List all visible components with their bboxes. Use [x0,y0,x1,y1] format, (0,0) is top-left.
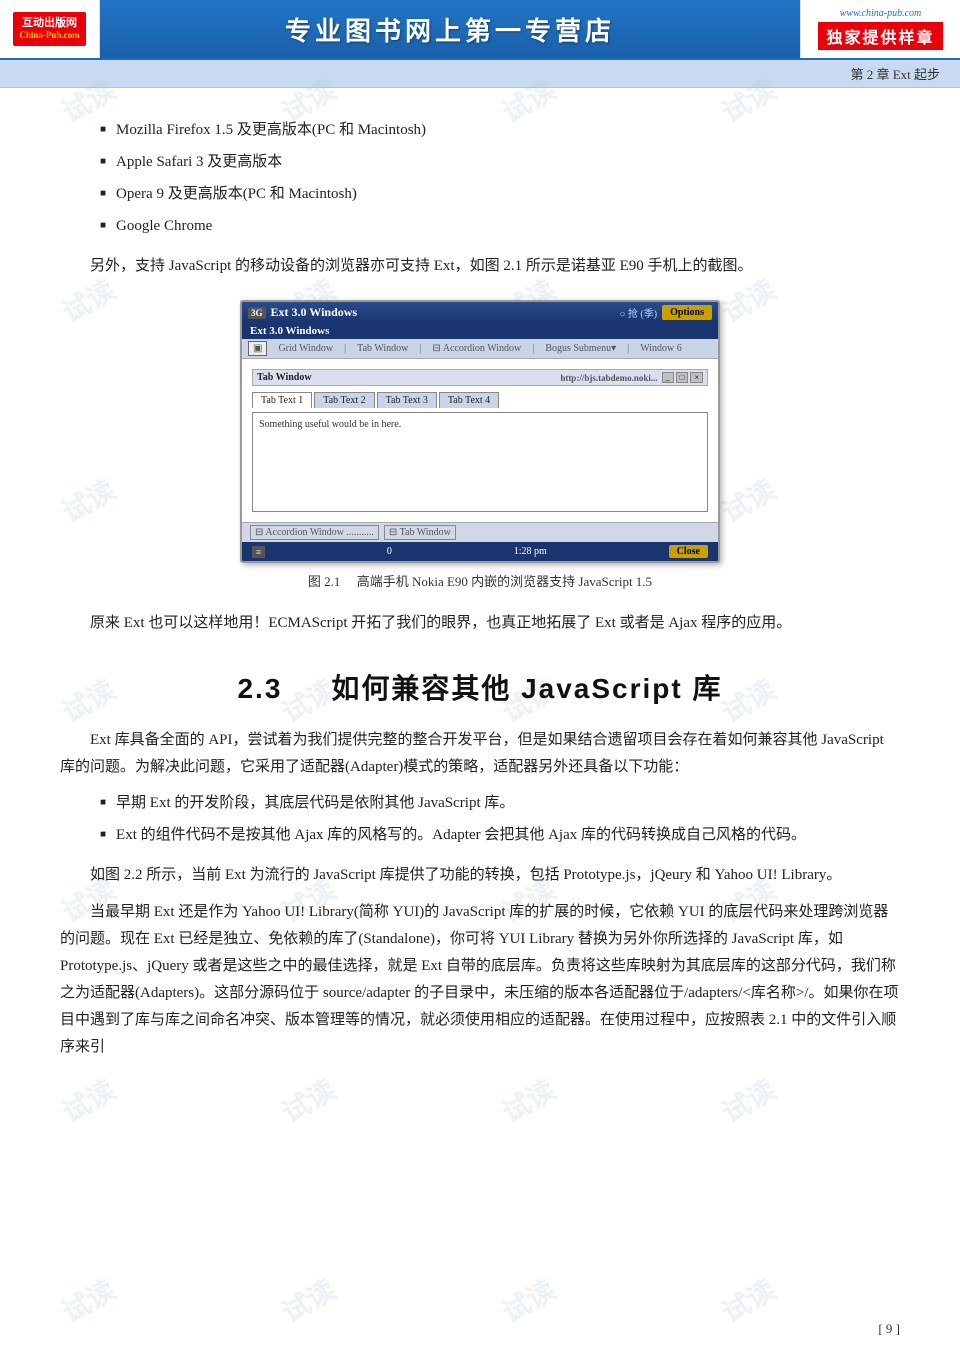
page-number: [ 9 ] [878,1321,900,1337]
section-title: 如何兼容其他 JavaScript 库 [331,673,722,704]
nokia-inner-title: Tab Window http://bjs.tabdemo.noki... _ … [252,369,708,386]
nokia-restore-btn[interactable]: □ [676,372,689,383]
figure-2-1: 3G Ext 3.0 Windows ○ 抢 (季) Options Ext 3… [60,300,900,590]
nav-bogus[interactable]: Bogus Submenu▾ [539,341,622,356]
nokia-url-and-controls: http://bjs.tabdemo.noki... _ □ × [560,372,703,383]
nav-icon: ▣ [248,341,267,356]
chapter-bar: 第 2 章 Ext 起步 [0,60,960,88]
nokia-title-right: ○ 抢 (季) Options [619,305,712,320]
nokia-minimize-btn[interactable]: _ [662,372,674,383]
section-heading-text: 2.3 如何兼容其他 JavaScript 库 [237,673,722,704]
nokia-close-btn-inner[interactable]: × [690,372,703,383]
list-item: Mozilla Firefox 1.5 及更高版本(PC 和 Macintosh… [100,118,900,142]
header: 互动出版网 China-Pub.com 专业图书网上第一专营店 www.chin… [0,0,960,60]
nokia-inner-title-text: Tab Window [257,372,312,383]
nokia-sub-header: Ext 3.0 Windows [242,323,718,339]
chapter-label: 第 2 章 Ext 起步 [850,67,940,82]
nokia-status-time: 1:28 pm [514,546,547,557]
nokia-screenshot: 3G Ext 3.0 Windows ○ 抢 (季) Options Ext 3… [240,300,720,563]
logo: 互动出版网 China-Pub.com [0,0,100,58]
nokia-tab-area: Tab Text 1 Tab Text 2 Tab Text 3 Tab Tex… [252,392,708,408]
paragraph-2: 原来 Ext 也可以这样地用！ECMAScript 开拓了我们的眼界，也真正地拓… [60,610,900,637]
nav-window6[interactable]: Window 6 [634,341,688,356]
header-right: www.china-pub.com 独家提供样章 [800,0,960,58]
header-slogan: 独家提供样章 [818,22,942,50]
tab-window-btn[interactable]: ⊟ Tab Window [384,525,456,540]
nav-accordion[interactable]: ⊟ Accordion Window [426,341,527,356]
nokia-status-bar: ≡ 0 1:28 pm Close [242,542,718,561]
logo-box: 互动出版网 China-Pub.com [13,12,85,46]
nokia-options-button: Options [662,305,712,320]
nokia-inner-window: Something useful would be in here. [252,412,708,512]
list-item: 早期 Ext 的开发阶段，其底层代码是依附其他 JavaScript 库。 [100,791,900,815]
tab-text-1[interactable]: Tab Text 1 [252,392,312,408]
nokia-window-controls: _ □ × [662,372,703,383]
nokia-title-bar: 3G Ext 3.0 Windows ○ 抢 (季) Options [242,302,718,323]
logo-subtitle: China-Pub.com [19,30,79,42]
paragraph-1: 另外，支持 JavaScript 的移动设备的浏览器亦可支持 Ext，如图 2.… [60,253,900,280]
nokia-menu-icon[interactable]: ≡ [252,546,265,558]
nokia-bottom-bar: ⊟ Accordion Window ........... ⊟ Tab Win… [242,522,718,542]
figure-caption-text: 高端手机 Nokia E90 内嵌的浏览器支持 JavaScript 1.5 [357,574,652,589]
site-title-text: 专业图书网上第一专营店 [285,11,615,48]
nokia-signal: ○ 抢 (季) [619,305,657,320]
header-url: www.china-pub.com [840,8,921,19]
accordion-btn[interactable]: ⊟ Accordion Window ........... [250,525,379,540]
nokia-url: http://bjs.tabdemo.noki... [560,373,657,383]
section-number: 2.3 [237,673,282,704]
nokia-title-main: Ext 3.0 Windows [271,305,358,320]
paragraph-4: 如图 2.2 所示，当前 Ext 为流行的 JavaScript 库提供了功能的… [60,862,900,889]
list-item: Google Chrome [100,214,900,238]
feature-list: 早期 Ext 的开发阶段，其底层代码是依附其他 JavaScript 库。 Ex… [100,791,900,847]
nokia-3g-badge: 3G [248,307,266,319]
main-content: Mozilla Firefox 1.5 及更高版本(PC 和 Macintosh… [0,88,960,1091]
list-item: Ext 的组件代码不是按其他 Ajax 库的风格写的。Adapter 会把其他 … [100,823,900,847]
logo-title: 互动出版网 [19,16,79,30]
section-heading: 2.3 如何兼容其他 JavaScript 库 [60,667,900,707]
nokia-content-area: Tab Window http://bjs.tabdemo.noki... _ … [242,359,718,522]
paragraph-5: 当最早期 Ext 还是作为 Yahoo UI! Library(简称 YUI)的… [60,899,900,1061]
tab-text-4[interactable]: Tab Text 4 [439,392,499,408]
nav-grid-window[interactable]: Grid Window [272,341,339,356]
nav-tab-window[interactable]: Tab Window [351,341,414,356]
nokia-title-left: 3G Ext 3.0 Windows [248,305,357,320]
list-item: Opera 9 及更高版本(PC 和 Macintosh) [100,182,900,206]
nokia-content-text: Something useful would be in here. [259,419,701,430]
list-item: Apple Safari 3 及更高版本 [100,150,900,174]
site-title: 专业图书网上第一专营店 [100,0,800,58]
nokia-close-button[interactable]: Close [669,545,708,558]
figure-label: 图 2.1 [308,574,341,589]
paragraph-3: Ext 库具备全面的 API，尝试着为我们提供完整的整合开发平台，但是如果结合遗… [60,727,900,781]
browser-list: Mozilla Firefox 1.5 及更高版本(PC 和 Macintosh… [100,118,900,238]
figure-caption: 图 2.1 高端手机 Nokia E90 内嵌的浏览器支持 JavaScript… [308,571,652,590]
tab-text-3[interactable]: Tab Text 3 [377,392,437,408]
tab-text-2[interactable]: Tab Text 2 [314,392,374,408]
nokia-nav-bar: ▣ Grid Window | Tab Window | ⊟ Accordion… [242,339,718,359]
nokia-status-left: 0 [387,546,392,557]
